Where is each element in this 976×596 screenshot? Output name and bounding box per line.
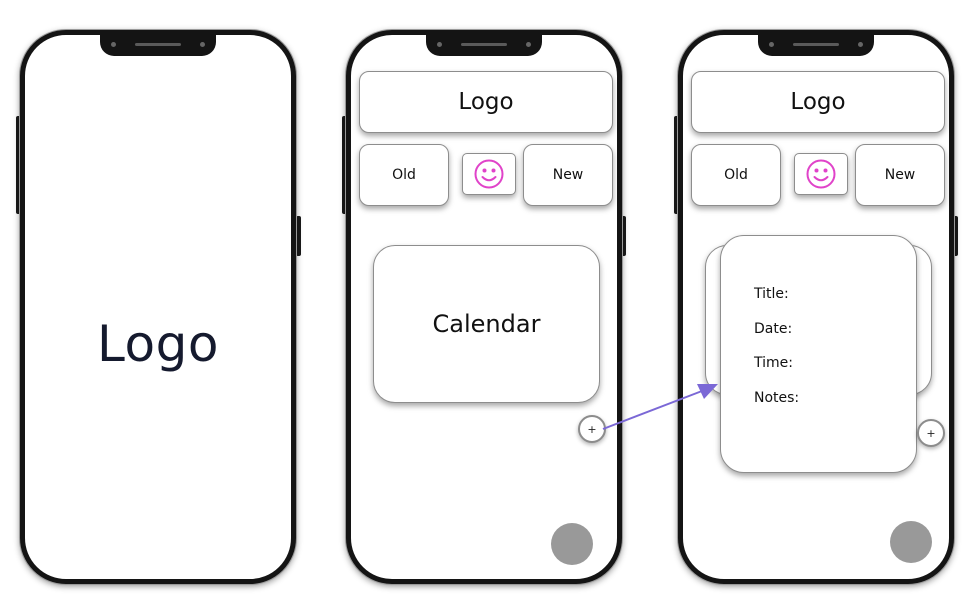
phone-1-power-button [296,216,301,256]
splash-logo: Logo [97,315,219,373]
notes-label[interactable]: Notes: [754,390,799,406]
add-event-button[interactable]: + [917,419,945,447]
phone-home-screen: Logo Old New Calendar + [346,30,622,584]
new-button[interactable]: New [855,144,945,206]
old-button[interactable]: Old [691,144,781,206]
header-logo: Logo [359,71,613,133]
new-button[interactable]: New [523,144,613,206]
fab-button[interactable] [551,523,593,565]
add-event-button[interactable]: + [578,415,606,443]
smiley-icon [806,159,836,189]
smiley-icon [474,159,504,189]
header-logo: Logo [691,71,945,133]
phone-3-notch [758,34,874,56]
calendar-widget[interactable]: Calendar [373,245,600,403]
phone-1-notch [100,34,216,56]
time-label[interactable]: Time: [754,355,793,371]
phone-splash-screen: Logo [20,30,296,584]
old-button[interactable]: Old [359,144,449,206]
phone-form-screen: Logo Old New Title: Date: Time: Notes: + [678,30,954,584]
phone-2-notch [426,34,542,56]
mood-button[interactable] [794,153,848,195]
mood-button[interactable] [462,153,516,195]
title-label[interactable]: Title: [754,286,789,302]
date-label[interactable]: Date: [754,321,792,337]
fab-button[interactable] [890,521,932,563]
new-event-form: Title: Date: Time: Notes: [720,235,917,473]
